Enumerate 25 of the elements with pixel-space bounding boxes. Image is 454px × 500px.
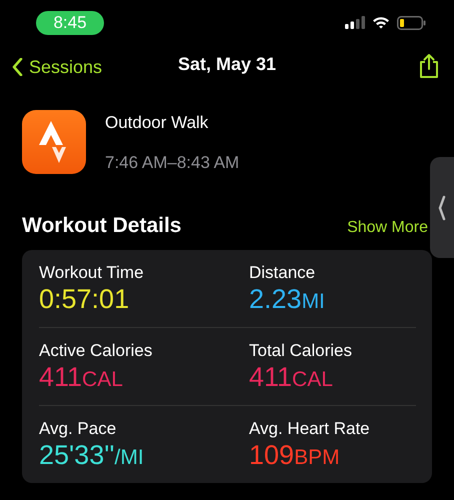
signal-icon: [345, 16, 365, 29]
side-handle[interactable]: [430, 157, 454, 258]
metric-value: 25'33''/MI: [39, 440, 145, 471]
metric-label: Total Calories: [249, 341, 353, 361]
metric-value: 0:57:01: [39, 284, 130, 315]
show-more-link[interactable]: Show More: [347, 219, 428, 237]
metric-value: 411CAL: [39, 362, 124, 393]
battery-icon: [397, 16, 426, 30]
metric-label: Distance: [249, 263, 316, 283]
metric-value: 109BPM: [249, 440, 341, 471]
metric-label: Workout Time: [39, 263, 145, 283]
metric-label: Avg. Heart Rate: [249, 419, 371, 439]
app-icon: [22, 110, 86, 174]
section-title: Workout Details: [22, 214, 182, 238]
status-time: 8:45: [36, 10, 104, 34]
workout-time-range: 7:46 AM–8:43 AM: [105, 153, 240, 173]
wifi-icon: [372, 16, 390, 29]
metric-label: Active Calories: [39, 341, 154, 361]
metric-label: Avg. Pace: [39, 419, 118, 439]
back-button[interactable]: Sessions: [12, 56, 102, 78]
nav-title: Sat, May 31: [178, 54, 276, 74]
chevron-icon: [12, 58, 23, 76]
metric-value: 2.23MI: [249, 284, 326, 315]
workout-name: Outdoor Walk: [105, 113, 210, 133]
metric-value: 411CAL: [249, 362, 334, 393]
